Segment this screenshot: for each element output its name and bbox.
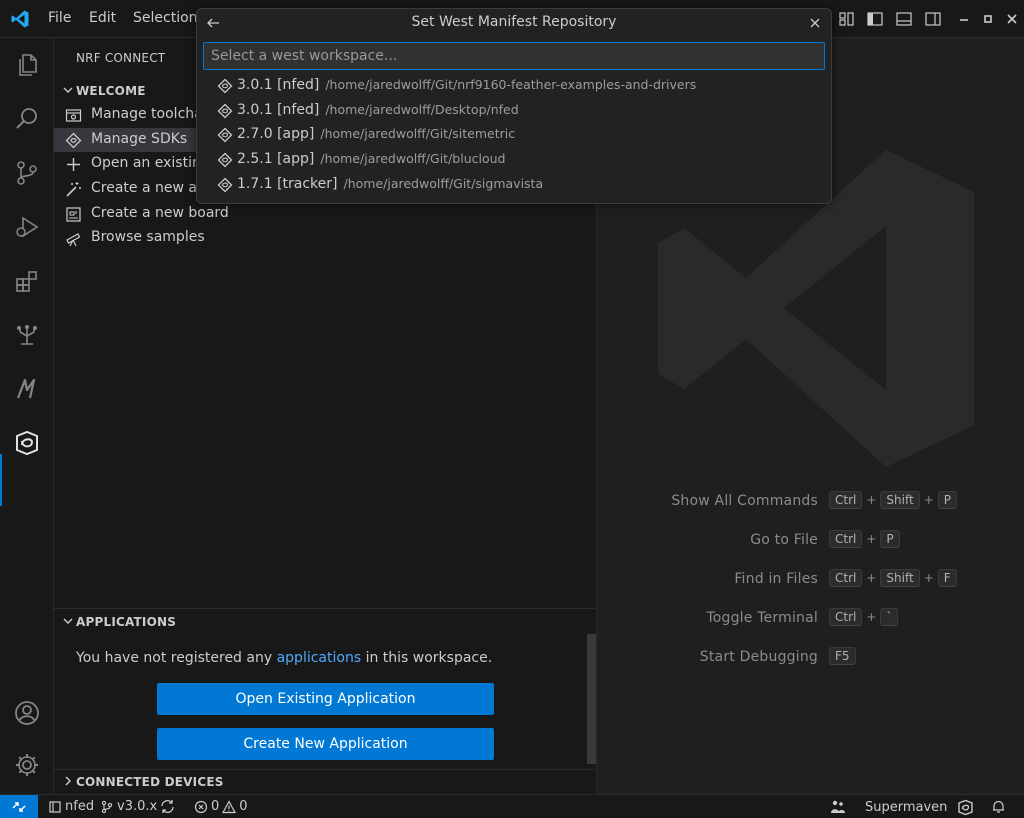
minimize-icon[interactable] xyxy=(955,10,973,28)
key-badge: Ctrl xyxy=(829,491,863,509)
open-existing-application-button[interactable]: Open Existing Application xyxy=(157,683,494,715)
git-branch-status[interactable]: v3.0.x xyxy=(100,799,157,814)
west-workspace-option[interactable]: 3.0.1 [nfed]/home/jaredwolff/Desktop/nfe… xyxy=(197,99,831,123)
key-badge: Ctrl xyxy=(829,530,863,548)
close-window-icon[interactable] xyxy=(1003,10,1021,28)
sdk-icon xyxy=(217,152,233,168)
supermaven-status-icon xyxy=(831,800,845,813)
plus-icon xyxy=(67,158,80,171)
applications-empty-message: You have not registered any applications… xyxy=(76,650,493,666)
key-badge: Shift xyxy=(880,569,920,587)
manage-gear-icon[interactable] xyxy=(12,750,42,780)
account-icon[interactable] xyxy=(12,698,42,728)
chevron-right-icon xyxy=(65,776,71,786)
key-badge: Ctrl xyxy=(829,569,863,587)
sidebar-title: NRF CONNECT xyxy=(76,51,166,65)
key-badge: P xyxy=(937,491,958,509)
telescope-icon xyxy=(66,233,81,247)
west-workspace-option[interactable]: 3.0.1 [nfed]/home/jaredwolff/Git/nrf9160… xyxy=(197,74,831,98)
wand-icon xyxy=(66,182,81,197)
workspace-status[interactable]: nfed xyxy=(48,799,94,814)
toggle-secondary-sidebar-icon[interactable] xyxy=(924,10,942,28)
shortcut-find-in-files: Find in Files Ctrl + Shift + F xyxy=(598,568,1024,590)
sdk-icon xyxy=(217,177,233,193)
board-icon xyxy=(66,207,81,222)
chevron-down-icon xyxy=(63,87,73,93)
welcome-item-browse-samples[interactable]: Browse samples xyxy=(54,226,597,250)
key-badge: ` xyxy=(880,608,899,626)
problems-status[interactable]: 0 0 xyxy=(194,799,248,814)
key-badge: F5 xyxy=(829,647,856,665)
applications-section-header[interactable]: APPLICATIONS xyxy=(54,611,597,633)
create-new-application-button[interactable]: Create New Application xyxy=(157,728,494,760)
sdk-icon xyxy=(217,78,233,94)
applications-scrollbar[interactable] xyxy=(587,634,596,764)
source-control-icon[interactable] xyxy=(12,158,42,188)
vscode-logo-icon xyxy=(11,10,29,28)
connected-devices-section-header[interactable]: CONNECTED DEVICES xyxy=(54,771,597,793)
branch-icon xyxy=(101,800,113,813)
west-workspace-option[interactable]: 1.7.1 [tracker]/home/jaredwolff/Git/sigm… xyxy=(197,173,831,197)
shortcut-toggle-terminal: Toggle Terminal Ctrl + ` xyxy=(598,607,1024,629)
toolchain-icon xyxy=(65,109,82,122)
activity-bar xyxy=(0,38,54,794)
quick-pick-dialog: Set West Manifest Repository 3.0.1 [nfed… xyxy=(196,8,832,204)
remote-icon xyxy=(12,802,26,812)
welcome-item-create-board[interactable]: Create a new board xyxy=(54,202,597,226)
shortcut-go-to-file: Go to File Ctrl + P xyxy=(598,529,1024,551)
sdk-icon xyxy=(65,132,82,149)
shortcut-start-debugging: Start Debugging F5 xyxy=(598,646,1024,668)
active-view-indicator xyxy=(0,454,2,506)
west-workspace-option[interactable]: 2.5.1 [app]/home/jaredwolff/Git/blucloud xyxy=(197,148,831,172)
explorer-icon[interactable] xyxy=(12,50,42,80)
customize-layout-icon[interactable] xyxy=(838,10,856,28)
west-workspace-option[interactable]: 2.7.0 [app]/home/jaredwolff/Git/sitemetr… xyxy=(197,123,831,147)
toggle-primary-sidebar-icon[interactable] xyxy=(866,10,884,28)
menu-edit[interactable]: Edit xyxy=(89,10,116,26)
notifications-button[interactable] xyxy=(991,799,1006,814)
shortcut-show-all-commands: Show All Commands Ctrl + Shift + P xyxy=(598,490,1024,512)
section-divider xyxy=(54,769,597,770)
chevron-down-icon xyxy=(63,618,73,624)
device-tree-icon[interactable] xyxy=(12,320,42,350)
applications-link[interactable]: applications xyxy=(277,650,362,666)
status-bar: nfed v3.0.x 0 0 Supermaven xyxy=(0,794,1024,818)
west-workspace-search-input[interactable] xyxy=(203,42,825,70)
toggle-panel-icon[interactable] xyxy=(895,10,913,28)
sdk-icon xyxy=(217,127,233,143)
sync-icon xyxy=(161,800,174,813)
book-icon xyxy=(49,800,61,813)
maximize-icon[interactable] xyxy=(979,10,997,28)
menu-selection[interactable]: Selection xyxy=(133,10,198,26)
sdk-icon xyxy=(217,103,233,119)
section-divider xyxy=(54,608,597,609)
quick-pick-title: Set West Manifest Repository xyxy=(411,14,617,30)
nrf-connect-status-icon xyxy=(958,799,973,816)
nrf-status-button[interactable] xyxy=(957,799,974,816)
extensions-icon[interactable] xyxy=(12,266,42,296)
key-badge: Ctrl xyxy=(829,608,863,626)
key-badge: P xyxy=(880,530,900,548)
supermaven-status[interactable]: Supermaven xyxy=(830,799,947,815)
key-badge: Shift xyxy=(880,491,920,509)
supermaven-icon[interactable] xyxy=(12,374,42,404)
warning-icon xyxy=(222,799,237,813)
remote-indicator[interactable] xyxy=(0,795,38,818)
search-icon[interactable] xyxy=(12,104,42,134)
run-debug-icon[interactable] xyxy=(12,212,42,242)
key-badge: F xyxy=(937,569,957,587)
error-icon xyxy=(194,800,208,813)
menu-file[interactable]: File xyxy=(48,10,71,26)
bell-icon xyxy=(993,800,1004,813)
close-icon[interactable] xyxy=(807,15,823,31)
nrf-connect-icon[interactable] xyxy=(12,428,42,458)
sync-button[interactable] xyxy=(160,799,175,814)
